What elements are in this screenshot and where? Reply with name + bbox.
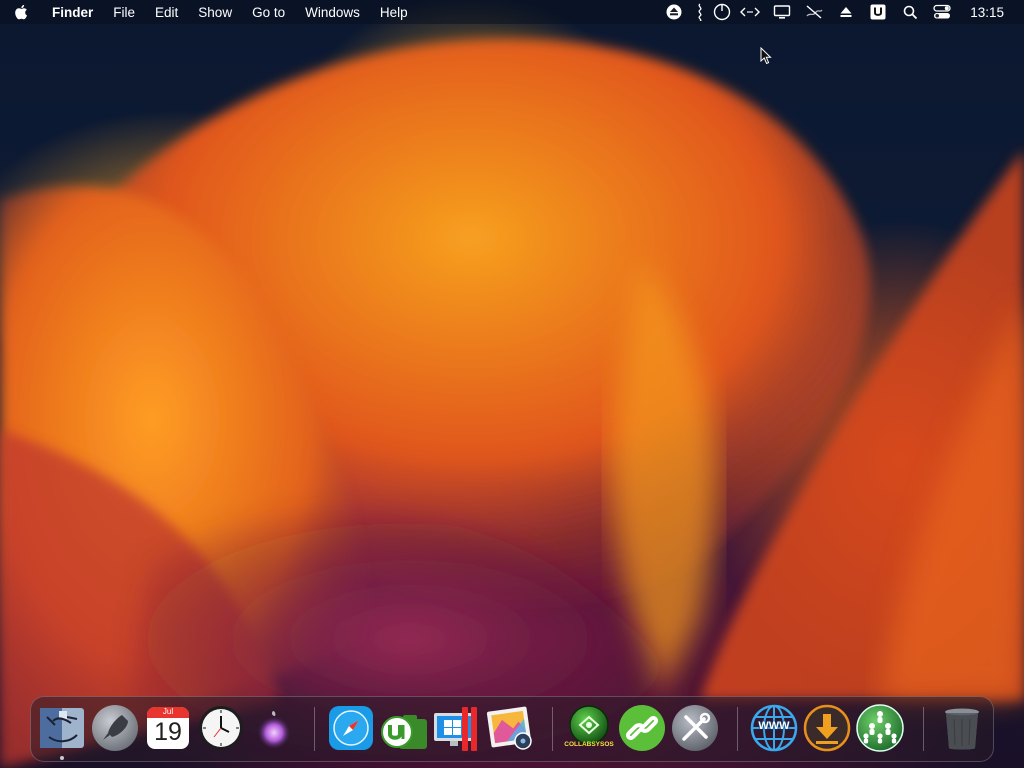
- eject-icon[interactable]: [830, 0, 862, 24]
- menu-windows[interactable]: Windows: [295, 0, 370, 24]
- tuner-icon[interactable]: [690, 0, 710, 24]
- search-icon[interactable]: [894, 0, 926, 24]
- calendar-day: 19: [154, 718, 182, 746]
- dock-separator: [923, 707, 924, 751]
- download-icon[interactable]: [802, 703, 852, 753]
- calendar-month: Jul: [162, 707, 174, 716]
- photo-viewer-icon[interactable]: [485, 703, 535, 753]
- code-arrows-icon[interactable]: [734, 0, 766, 24]
- collabsysos-icon[interactable]: COLLABSYSOS: [564, 703, 614, 753]
- crossed-out-icon[interactable]: [798, 0, 830, 24]
- dock-separator: [314, 707, 315, 751]
- www-label: WWW: [758, 720, 790, 732]
- trash-icon[interactable]: [937, 703, 987, 753]
- dock-separator: [737, 707, 738, 751]
- display-icon[interactable]: [766, 0, 798, 24]
- dock-separator: [552, 707, 553, 751]
- eject-icon[interactable]: [658, 0, 690, 24]
- network-people-icon[interactable]: [855, 703, 905, 753]
- menu-app-name[interactable]: Finder: [42, 0, 103, 24]
- running-indicator: [60, 756, 64, 760]
- power-icon[interactable]: [710, 0, 734, 24]
- clock-app-icon[interactable]: [196, 703, 246, 753]
- apple-menu-icon[interactable]: [0, 4, 42, 20]
- control-center-icon[interactable]: [926, 0, 958, 24]
- menu-go-to[interactable]: Go to: [242, 0, 295, 24]
- finder-app-icon[interactable]: [37, 703, 87, 753]
- collabsysos-label: COLLABSYSOS: [564, 741, 614, 748]
- u-badge-icon[interactable]: [862, 0, 894, 24]
- dock: Jul 19 COLLABSYSOS WWW: [30, 696, 994, 762]
- menu-show[interactable]: Show: [188, 0, 242, 24]
- www-globe-icon[interactable]: WWW: [749, 703, 799, 753]
- utorrent-icon[interactable]: [379, 703, 429, 753]
- desktop-wallpaper: [0, 0, 1024, 768]
- menu-clock[interactable]: 13:15: [958, 5, 1014, 20]
- parallels-windows-icon[interactable]: [432, 703, 482, 753]
- launchpad-rocket-icon[interactable]: [90, 703, 140, 753]
- menu-file[interactable]: File: [103, 0, 145, 24]
- menu-help[interactable]: Help: [370, 0, 418, 24]
- mouse-cursor-icon: [760, 46, 772, 70]
- siri-icon[interactable]: [249, 703, 299, 753]
- safari-icon[interactable]: [326, 703, 376, 753]
- menu-edit[interactable]: Edit: [145, 0, 188, 24]
- link-icon[interactable]: [617, 703, 667, 753]
- menu-bar: Finder File Edit Show Go to Windows Help: [0, 0, 1024, 24]
- calendar-icon[interactable]: Jul 19: [143, 703, 193, 753]
- tools-icon[interactable]: [670, 703, 720, 753]
